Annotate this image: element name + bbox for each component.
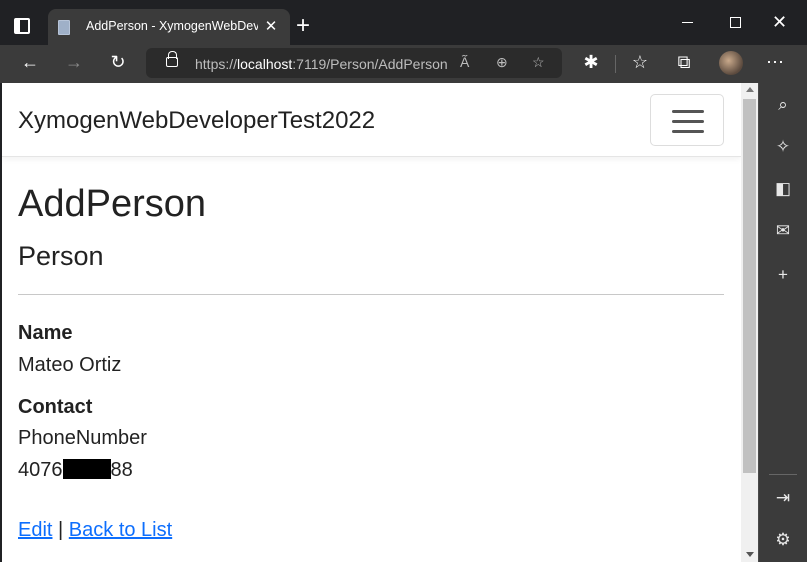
page-title: AddPerson: [18, 183, 207, 225]
zoom-icon[interactable]: ⊕: [496, 54, 508, 71]
link-separator: |: [58, 519, 64, 541]
add-icon[interactable]: +: [772, 265, 794, 285]
address-bar[interactable]: https://localhost:7119/Person/AddPerson …: [146, 48, 562, 78]
settings-icon[interactable]: ⚙: [772, 530, 794, 550]
site-navbar: XymogenWebDeveloperTest2022: [2, 83, 741, 157]
edge-sidebar: ⌕ ✧ ◧ ✉ + ⇥ ⚙: [758, 83, 807, 562]
page-viewport: XymogenWebDeveloperTest2022 AddPerson Pe…: [2, 83, 741, 562]
tab-actions-icon[interactable]: [14, 18, 30, 34]
edit-link[interactable]: Edit: [18, 519, 52, 541]
back-to-list-link[interactable]: Back to List: [69, 519, 172, 541]
forward-icon[interactable]: →: [62, 52, 86, 73]
collections-icon[interactable]: ⧉: [672, 52, 696, 73]
more-icon[interactable]: ⋯: [763, 52, 787, 73]
sidebar-divider: [769, 474, 797, 475]
search-icon[interactable]: ⌕: [772, 95, 794, 115]
maximize-icon[interactable]: [730, 17, 741, 28]
scroll-thumb[interactable]: [743, 99, 756, 473]
url-text[interactable]: https://localhost:7119/Person/AddPerson: [195, 56, 448, 72]
new-tab-icon[interactable]: +: [296, 12, 310, 40]
scroll-down-icon[interactable]: [746, 552, 754, 557]
site-brand[interactable]: XymogenWebDeveloperTest2022: [18, 107, 375, 135]
scroll-up-icon[interactable]: [746, 87, 754, 92]
extensions-icon[interactable]: ✱: [579, 52, 603, 73]
copilot-icon[interactable]: ✧: [772, 137, 794, 157]
toolbar-divider: [615, 55, 616, 73]
hamburger-line: [672, 110, 704, 113]
tab-close-icon[interactable]: ✕: [263, 17, 279, 35]
profile-avatar[interactable]: [719, 51, 743, 75]
split-screen-icon[interactable]: ⇥: [772, 488, 794, 508]
redaction-box: [62, 459, 111, 479]
browser-toolbar: ← → ↻ https://localhost:7119/Person/AddP…: [0, 45, 807, 83]
refresh-icon[interactable]: ↻: [106, 52, 130, 73]
tab-title: AddPerson - XymogenWebDevel: [86, 19, 258, 33]
contact-label: Contact: [18, 396, 93, 418]
read-aloud-icon[interactable]: A᷉: [460, 54, 469, 70]
hamburger-line: [672, 120, 704, 123]
action-links: Edit | Back to List: [18, 519, 172, 542]
name-label: Name: [18, 322, 73, 344]
contact-type: PhoneNumber: [18, 427, 147, 449]
favorites-icon[interactable]: ☆: [628, 52, 652, 73]
section-title: Person: [18, 241, 104, 271]
phone-value: 4076 88: [18, 459, 133, 481]
lock-icon[interactable]: [166, 51, 178, 67]
tab-strip: AddPerson - XymogenWebDevel ✕ + ✕: [0, 0, 807, 45]
divider: [18, 294, 724, 295]
page-scrollbar[interactable]: [741, 83, 758, 562]
window-close-icon[interactable]: ✕: [772, 12, 787, 33]
hamburger-line: [672, 130, 704, 133]
name-value: Mateo Ortiz: [18, 354, 122, 376]
minimize-icon[interactable]: [682, 22, 693, 23]
add-favorite-icon[interactable]: ☆: [532, 54, 545, 71]
page-favicon-icon: [58, 20, 70, 35]
navbar-toggler-button[interactable]: [650, 94, 724, 146]
back-icon[interactable]: ←: [18, 52, 42, 73]
office-icon[interactable]: ◧: [772, 179, 794, 199]
outlook-icon[interactable]: ✉: [772, 221, 794, 241]
active-tab[interactable]: AddPerson - XymogenWebDevel ✕: [48, 9, 290, 45]
